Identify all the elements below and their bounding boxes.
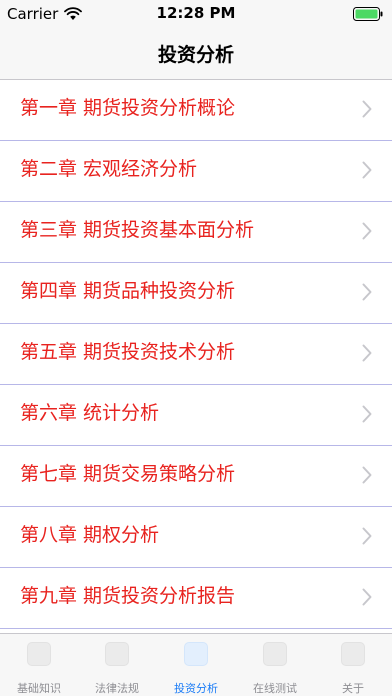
tab-label: 基础知识: [17, 682, 61, 695]
chapter-row-1[interactable]: 第一章 期货投资分析概论: [0, 80, 392, 141]
chapter-label: 第六章 统计分析: [20, 402, 160, 424]
nav-title: 投资分析: [157, 44, 234, 66]
tab-label: 投资分析: [174, 682, 218, 695]
chapter-row-9[interactable]: 第九章 期货投资分析报告: [0, 568, 392, 629]
online-test-tab-icon: [263, 642, 287, 666]
chapter-label: 第八章 期权分析: [20, 524, 160, 546]
chevron-right-icon: [362, 405, 372, 423]
status-bar: Carrier 12:28 PM: [0, 0, 392, 28]
chapter-row-8[interactable]: 第八章 期权分析: [0, 507, 392, 568]
chevron-right-icon: [362, 161, 372, 179]
chevron-right-icon: [362, 527, 372, 545]
status-time: 12:28 PM: [156, 4, 236, 22]
chapter-label: 第三章 期货投资基本面分析: [20, 219, 255, 241]
chapter-label: 第一章 期货投资分析概论: [20, 97, 236, 119]
chapter-row-5[interactable]: 第五章 期货投资技术分析: [0, 324, 392, 385]
tab-online-test[interactable]: 在线测试: [236, 634, 314, 696]
laws-regulations-tab-icon: [105, 642, 129, 666]
navigation-bar: 投资分析: [0, 28, 392, 80]
chevron-right-icon: [362, 222, 372, 240]
chapter-row-7[interactable]: 第七章 期货交易策略分析: [0, 446, 392, 507]
chapter-label: 第四章 期货品种投资分析: [20, 280, 236, 302]
tab-label: 关于: [342, 682, 364, 695]
basic-knowledge-tab-icon: [27, 642, 51, 666]
tab-investment-analysis[interactable]: 投资分析: [157, 634, 235, 696]
chapter-row-2[interactable]: 第二章 宏观经济分析: [0, 141, 392, 202]
chevron-right-icon: [362, 466, 372, 484]
tab-bar: 基础知识 法律法规 投资分析 在线测试 关于: [0, 633, 392, 696]
chevron-right-icon: [362, 588, 372, 606]
chapter-list: 第一章 期货投资分析概论 第二章 宏观经济分析 第三章 期货投资基本面分析 第四…: [0, 80, 392, 629]
tab-label: 法律法规: [95, 682, 139, 695]
chapter-label: 第九章 期货投资分析报告: [20, 585, 236, 607]
tab-laws-regulations[interactable]: 法律法规: [78, 634, 156, 696]
tab-basic-knowledge[interactable]: 基础知识: [0, 634, 78, 696]
tab-about[interactable]: 关于: [314, 634, 392, 696]
tab-label: 在线测试: [253, 682, 297, 695]
chevron-right-icon: [362, 283, 372, 301]
chapter-row-6[interactable]: 第六章 统计分析: [0, 385, 392, 446]
chapter-label: 第二章 宏观经济分析: [20, 158, 198, 180]
chapter-row-4[interactable]: 第四章 期货品种投资分析: [0, 263, 392, 324]
investment-analysis-tab-icon: [184, 642, 208, 666]
chapter-row-3[interactable]: 第三章 期货投资基本面分析: [0, 202, 392, 263]
chevron-right-icon: [362, 100, 372, 118]
app-screen: Carrier 12:28 PM 投资分析 第一章 期货投资分析概论 第二章 宏…: [0, 0, 392, 696]
chevron-right-icon: [362, 344, 372, 362]
chapter-label: 第七章 期货交易策略分析: [20, 463, 236, 485]
battery-icon: [353, 7, 383, 21]
chapter-label: 第五章 期货投资技术分析: [20, 341, 236, 363]
about-tab-icon: [341, 642, 365, 666]
